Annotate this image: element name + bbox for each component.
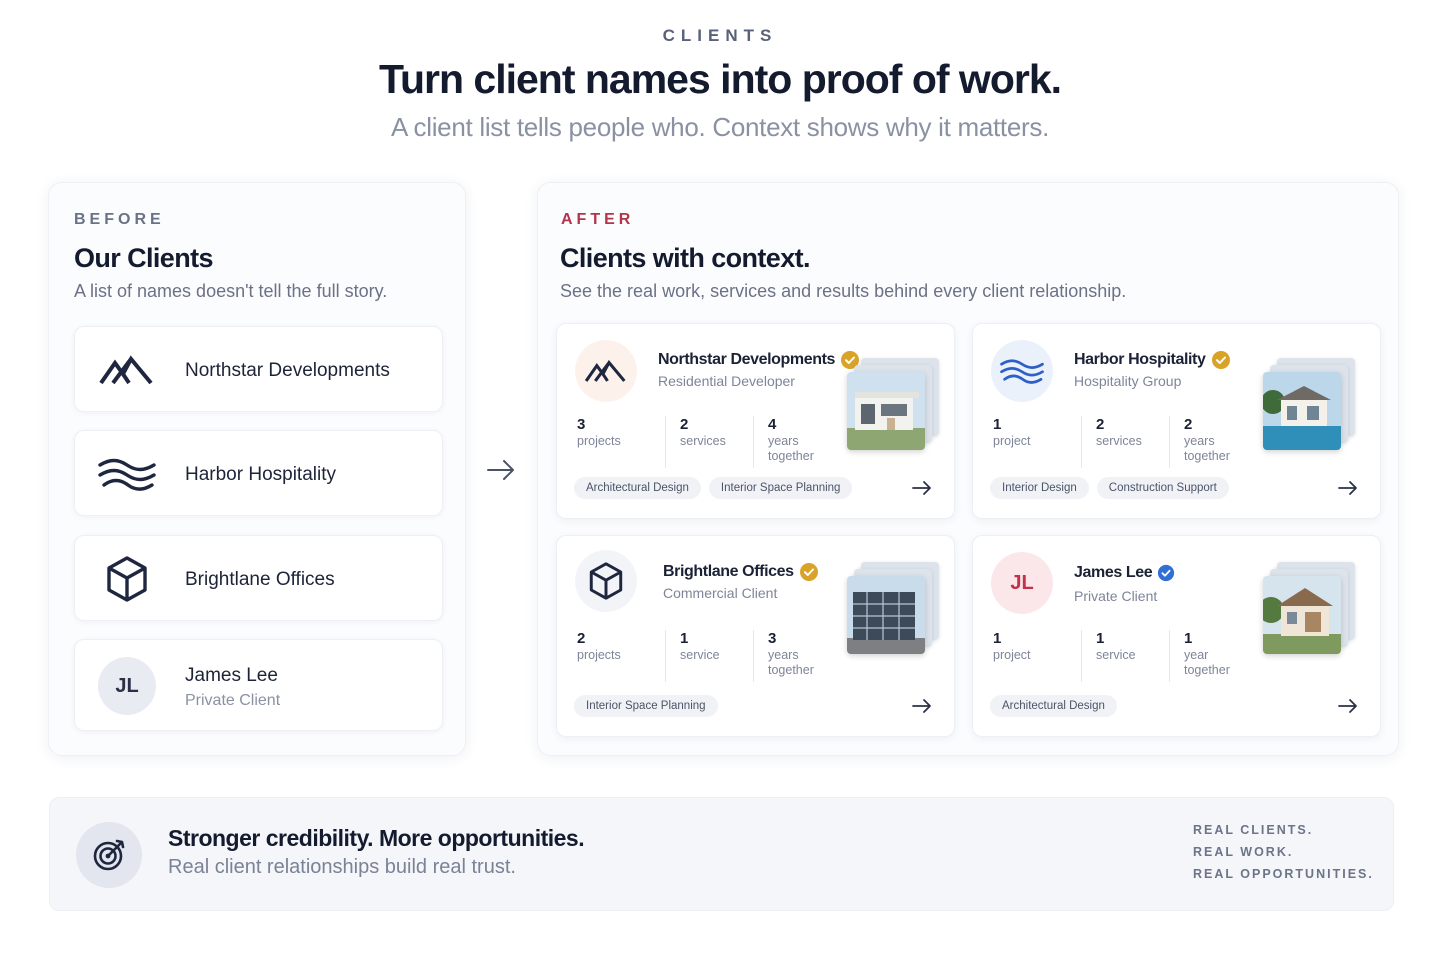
stat-projects: 1 project xyxy=(993,416,1031,448)
before-panel: BEFORE Our Clients A list of names doesn… xyxy=(48,182,466,756)
client-card[interactable]: Harbor Hospitality Hospitality Group 1 pr… xyxy=(972,323,1381,519)
service-tag: Architectural Design xyxy=(574,477,701,499)
section-eyebrow: CLIENTS xyxy=(662,26,778,45)
avatar-initials: JL xyxy=(98,657,156,715)
view-details-arrow-icon[interactable] xyxy=(912,698,932,714)
footer-subtitle: Real client relationships build real tru… xyxy=(168,856,516,878)
target-icon xyxy=(76,822,142,888)
project-photo xyxy=(1263,372,1341,450)
before-description: A list of names doesn't tell the full st… xyxy=(74,281,388,301)
arrow-right-icon xyxy=(486,458,516,482)
client-card-name: Brightlane Offices xyxy=(663,562,819,582)
stat-years: 1 year together xyxy=(1169,630,1255,682)
service-tag: Interior Space Planning xyxy=(708,477,853,499)
stat-services: 2 services xyxy=(665,416,751,468)
stat-services: 1 service xyxy=(665,630,751,682)
client-card-name: Harbor Hospitality xyxy=(1074,350,1231,370)
before-title: Our Clients xyxy=(74,243,214,273)
client-name: Brightlane Offices xyxy=(185,569,335,590)
client-card-name: Northstar Developments xyxy=(658,350,860,370)
tagline: REAL WORK. xyxy=(1193,845,1294,859)
project-photo-stack xyxy=(1263,562,1355,658)
verified-badge-icon xyxy=(1158,564,1175,582)
client-stats: 2 projects 1 service 3 years together xyxy=(577,630,841,682)
client-list-item[interactable]: Harbor Hospitality xyxy=(74,430,443,516)
mountain-logo-icon xyxy=(97,340,157,400)
client-name: Northstar Developments xyxy=(658,351,836,368)
stat-years: 3 years together xyxy=(753,630,839,682)
project-photo xyxy=(1263,576,1341,654)
service-tags: Architectural Design Interior Space Plan… xyxy=(574,477,853,499)
view-details-arrow-icon[interactable] xyxy=(1338,480,1358,496)
tagline: REAL OPPORTUNITIES. xyxy=(1193,867,1374,881)
project-photo xyxy=(847,372,925,450)
after-description: See the real work, services and results … xyxy=(560,281,1127,301)
client-card[interactable]: Brightlane Offices Commercial Client 2 pr… xyxy=(556,535,955,737)
after-panel: AFTER Clients with context. See the real… xyxy=(537,182,1399,756)
client-name: Harbor Hospitality xyxy=(1074,351,1206,368)
footer-banner: Stronger credibility. More opportunities… xyxy=(49,797,1394,911)
client-type: Residential Developer xyxy=(658,373,795,389)
waves-logo-icon xyxy=(991,340,1053,402)
client-stats: 1 project 2 services 2 years together xyxy=(993,416,1257,468)
after-title: Clients with context. xyxy=(560,243,811,273)
waves-logo-icon xyxy=(97,444,157,504)
client-name: James Lee xyxy=(185,665,278,686)
stat-projects: 1 project xyxy=(993,630,1031,662)
footer-title: Stronger credibility. More opportunities… xyxy=(168,825,585,851)
client-card-name: James Lee xyxy=(1074,564,1175,582)
stat-projects: 2 projects xyxy=(577,630,621,662)
client-name: James Lee xyxy=(1074,564,1153,581)
client-type: Commercial Client xyxy=(663,585,778,601)
cube-logo-icon xyxy=(575,550,637,612)
stat-services: 2 services xyxy=(1081,416,1167,468)
page-subheadline: A client list tells people who. Context … xyxy=(391,112,1049,142)
before-eyebrow: BEFORE xyxy=(74,211,165,228)
after-eyebrow: AFTER xyxy=(561,211,635,228)
service-tag: Construction Support xyxy=(1096,477,1229,499)
stat-years: 4 years together xyxy=(753,416,839,468)
service-tags: Architectural Design xyxy=(990,695,1117,717)
service-tag: Interior Space Planning xyxy=(574,695,718,717)
avatar: JL xyxy=(991,552,1053,614)
service-tag: Architectural Design xyxy=(990,695,1117,717)
project-photo-stack xyxy=(847,358,939,454)
client-list-item[interactable]: Brightlane Offices xyxy=(74,535,443,621)
cube-logo-icon xyxy=(97,549,157,609)
client-card[interactable]: Northstar Developments Residential Devel… xyxy=(556,323,955,519)
stat-services: 1 service xyxy=(1081,630,1167,682)
client-name: Northstar Developments xyxy=(185,360,390,381)
client-subtitle: Private Client xyxy=(185,692,281,709)
client-type: Private Client xyxy=(1074,588,1158,604)
avatar: JL xyxy=(97,656,157,716)
stat-projects: 3 projects xyxy=(577,416,621,448)
verified-badge-icon xyxy=(799,563,818,581)
project-photo-stack xyxy=(1263,358,1355,454)
avatar-initials: JL xyxy=(1010,571,1034,594)
service-tag: Interior Design xyxy=(990,477,1089,499)
verified-badge-icon xyxy=(1211,351,1230,369)
client-stats: 3 projects 2 services 4 years together xyxy=(577,416,841,468)
mountain-logo-icon xyxy=(575,340,637,402)
client-stats: 1 project 1 service 1 year together xyxy=(993,630,1257,682)
client-list-item[interactable]: Northstar Developments xyxy=(74,326,443,412)
page-headline: Turn client names into proof of work. xyxy=(378,56,1062,102)
service-tags: Interior Space Planning xyxy=(574,695,718,717)
service-tags: Interior Design Construction Support xyxy=(990,477,1229,499)
view-details-arrow-icon[interactable] xyxy=(912,480,932,496)
tagline: REAL CLIENTS. xyxy=(1193,823,1314,837)
client-name: Brightlane Offices xyxy=(663,563,794,580)
project-photo xyxy=(847,576,925,654)
stat-years: 2 years together xyxy=(1169,416,1255,468)
client-type: Hospitality Group xyxy=(1074,373,1182,389)
view-details-arrow-icon[interactable] xyxy=(1338,698,1358,714)
project-photo-stack xyxy=(847,562,939,658)
client-list-item[interactable]: JL James Lee Private Client xyxy=(74,639,443,731)
client-name: Harbor Hospitality xyxy=(185,464,336,485)
client-card[interactable]: JL James Lee Private Client 1 project 1 se… xyxy=(972,535,1381,737)
